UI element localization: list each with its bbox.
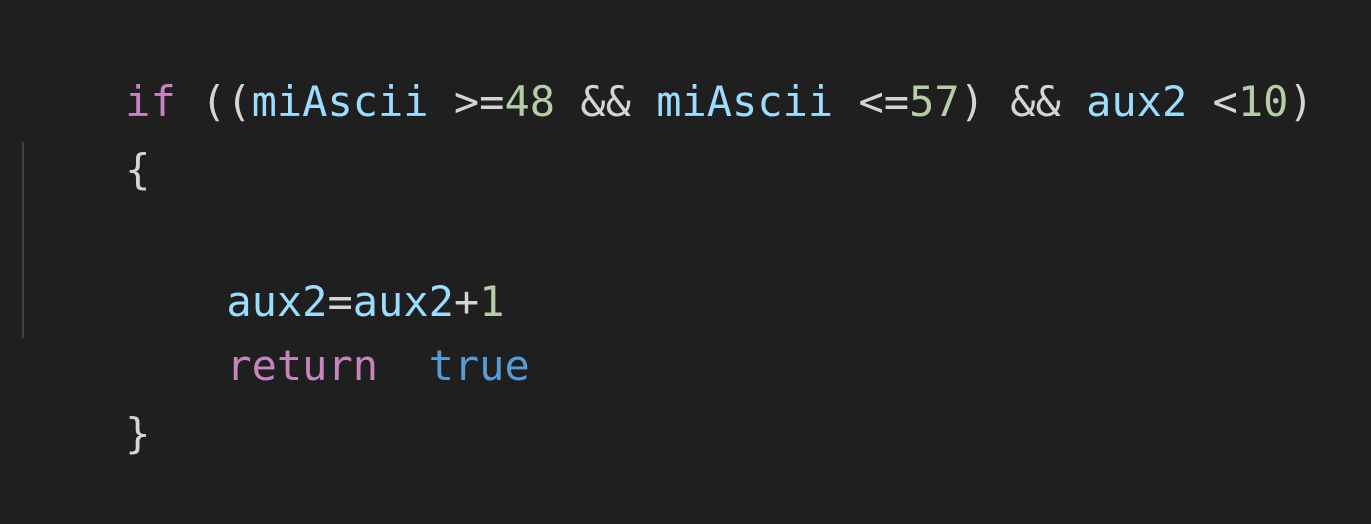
code-token: (( <box>175 77 252 126</box>
code-token: 57 <box>909 77 960 126</box>
code-line-5[interactable]: return true <box>24 276 529 390</box>
code-token: < <box>1187 77 1238 126</box>
code-token: miAscii <box>656 77 834 126</box>
code-token: true <box>428 341 530 390</box>
code-token: 48 <box>504 77 556 126</box>
code-token: { <box>125 145 151 194</box>
code-token: 10 <box>1237 77 1289 126</box>
code-token: return <box>226 341 379 390</box>
code-token: aux2 <box>1086 77 1188 126</box>
code-token: ) && <box>959 77 1087 126</box>
code-line-2[interactable]: { <box>24 80 150 194</box>
code-line-1[interactable]: if ((miAscii >=48 && miAscii <=57) && au… <box>24 12 1314 126</box>
code-line-4[interactable]: aux2=aux2+1 <box>24 212 504 326</box>
code-editor[interactable]: if ((miAscii >=48 && miAscii <=57) && au… <box>0 0 1371 458</box>
code-token: && <box>555 77 657 126</box>
code-token: >= <box>428 77 505 126</box>
code-token: miAscii <box>251 77 429 126</box>
code-token: <= <box>833 77 910 126</box>
code-token: } <box>125 409 151 458</box>
code-token: ) <box>1288 77 1314 126</box>
code-line-6[interactable]: } <box>24 344 150 458</box>
